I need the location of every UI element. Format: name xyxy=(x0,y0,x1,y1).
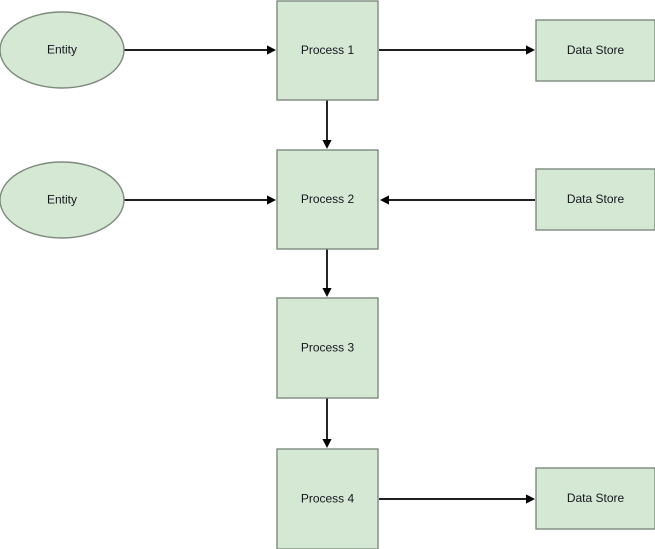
arrowhead-icon xyxy=(322,288,332,297)
data-flow-diagram: Entity Entity Process 1 Process 2 Process 3 P… xyxy=(0,0,655,549)
flow-arrow[interactable] xyxy=(379,45,535,55)
external-entity-shape xyxy=(0,11,125,89)
flow-arrow[interactable] xyxy=(380,195,535,205)
node-process-4[interactable]: Process 4 xyxy=(276,448,379,549)
arrowhead-icon xyxy=(526,45,535,55)
flow-arrow[interactable] xyxy=(123,45,276,55)
flow-arrow[interactable] xyxy=(123,195,276,205)
flow-arrow[interactable] xyxy=(379,494,535,504)
node-process-1[interactable]: Process 1 xyxy=(276,0,379,101)
arrowhead-icon xyxy=(322,140,332,149)
node-data-store-1[interactable]: Data Store xyxy=(535,19,655,82)
arrowhead-icon xyxy=(267,45,276,55)
process-shape xyxy=(276,297,379,399)
data-store-shape xyxy=(535,168,655,231)
node-process-3[interactable]: Process 3 xyxy=(276,297,379,399)
node-process-2[interactable]: Process 2 xyxy=(276,149,379,250)
flow-arrow[interactable] xyxy=(322,100,332,149)
process-shape xyxy=(276,149,379,250)
process-shape xyxy=(276,448,379,549)
data-store-shape xyxy=(535,19,655,82)
external-entity-shape xyxy=(0,161,125,239)
node-entity-1[interactable]: Entity xyxy=(0,11,125,89)
edge-layer xyxy=(123,45,535,504)
arrowhead-icon xyxy=(267,195,276,205)
node-entity-2[interactable]: Entity xyxy=(0,161,125,239)
diagram-canvas: Entity Entity Process 1 Process 2 Process 3 P… xyxy=(0,0,655,549)
arrowhead-icon xyxy=(526,494,535,504)
process-shape xyxy=(276,0,379,101)
arrowhead-icon xyxy=(380,195,389,205)
flow-arrow[interactable] xyxy=(322,398,332,448)
node-data-store-2[interactable]: Data Store xyxy=(535,168,655,231)
arrowhead-icon xyxy=(322,439,332,448)
data-store-shape xyxy=(535,467,655,530)
flow-arrow[interactable] xyxy=(322,249,332,297)
node-data-store-3[interactable]: Data Store xyxy=(535,467,655,530)
